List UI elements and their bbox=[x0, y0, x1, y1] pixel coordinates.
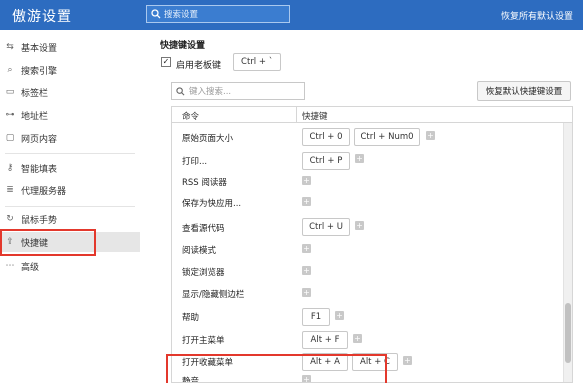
add-shortcut-icon[interactable]: + bbox=[302, 288, 311, 297]
sidebar-item-advanced[interactable]: ⋯ 高级 bbox=[0, 256, 140, 276]
tab-icon: ▭ bbox=[5, 87, 15, 97]
command-label: 查看源代码 bbox=[182, 224, 225, 234]
shortcut-key-chip[interactable]: Alt + F bbox=[302, 331, 348, 349]
column-separator bbox=[296, 107, 297, 123]
shortcut-filter-input[interactable]: 键入搜索... bbox=[171, 82, 305, 100]
sidebar-item-autofill[interactable]: ⚷ 智能填表 bbox=[0, 158, 140, 178]
command-label: RSS 阅读器 bbox=[182, 178, 227, 188]
add-shortcut-icon[interactable]: + bbox=[426, 131, 435, 140]
sidebar-item-web-content[interactable]: ▢ 网页内容 bbox=[0, 128, 140, 148]
column-header-shortcut: 快捷键 bbox=[302, 112, 328, 122]
add-shortcut-icon[interactable]: + bbox=[302, 176, 311, 185]
command-label: 打开主菜单 bbox=[182, 336, 225, 346]
table-scrollbar[interactable] bbox=[563, 123, 572, 382]
link-icon: ⊶ bbox=[5, 110, 15, 120]
sidebar-item-mouse-gestures[interactable]: ↻ 鼠标手势 bbox=[0, 209, 140, 229]
server-icon: ≣ bbox=[6, 185, 14, 195]
sidebar-item-proxy[interactable]: ≣ 代理服务器 bbox=[0, 180, 140, 200]
add-shortcut-icon[interactable]: + bbox=[355, 154, 364, 163]
shortcut-key-chip[interactable]: Ctrl + 0 bbox=[302, 128, 350, 146]
shortcut-key-chip[interactable]: Ctrl + P bbox=[302, 152, 350, 170]
sidebar-item-label: 网页内容 bbox=[21, 134, 58, 145]
boss-key-label: 启用老板键 bbox=[176, 61, 222, 71]
highlight-box-mute bbox=[166, 354, 387, 383]
add-shortcut-icon[interactable]: + bbox=[335, 311, 344, 320]
sidebar-item-search-engine[interactable]: ⌕ 搜索引擎 bbox=[0, 60, 140, 80]
highlight-box-shortcuts bbox=[0, 229, 96, 256]
command-label: 原始页面大小 bbox=[182, 134, 234, 144]
shortcut-key-chip[interactable]: Ctrl + Num0 bbox=[354, 128, 420, 146]
command-label: 帮助 bbox=[182, 313, 200, 323]
command-label: 阅读模式 bbox=[182, 246, 217, 256]
command-label: 保存为快应用... bbox=[182, 199, 242, 209]
search-placeholder: 搜索设置 bbox=[164, 10, 199, 20]
sidebar-item-label: 标签栏 bbox=[21, 88, 49, 99]
shortcut-key-chip[interactable]: Ctrl + U bbox=[302, 218, 350, 236]
shortcut-key-chip[interactable]: F1 bbox=[302, 308, 330, 326]
boss-key-checkbox[interactable]: ✓ bbox=[161, 57, 171, 67]
scrollbar-thumb[interactable] bbox=[565, 303, 571, 363]
main-content: 快捷键设置 ✓ 启用老板键 Ctrl + ` 键入搜索... 恢复默认快捷键设置… bbox=[140, 30, 583, 383]
header-bar: 傲游设置 搜索设置 恢复所有默认设置 bbox=[0, 0, 583, 30]
command-label: 显示/隐藏侧边栏 bbox=[182, 290, 245, 300]
sidebar-item-basic[interactable]: ⇆ 基本设置 bbox=[0, 37, 140, 57]
sidebar-item-label: 智能填表 bbox=[21, 164, 58, 175]
key-icon: ⚷ bbox=[6, 163, 14, 173]
more-icon: ⋯ bbox=[5, 261, 15, 271]
command-label: 锁定浏览器 bbox=[182, 268, 225, 278]
search-icon: ⌕ bbox=[7, 65, 13, 75]
page-icon: ▢ bbox=[5, 133, 15, 143]
sidebar: ⇆ 基本设置 ⌕ 搜索引擎 ▭ 标签栏 ⊶ 地址栏 ▢ 网页内容 ⚷ 智能填表 ≣ 代理服务器… bbox=[0, 30, 140, 383]
add-shortcut-icon[interactable]: + bbox=[353, 334, 362, 343]
sidebar-divider bbox=[5, 153, 135, 154]
search-icon bbox=[176, 86, 185, 95]
table-header: 命令 快捷键 bbox=[172, 107, 572, 123]
sidebar-item-label: 鼠标手势 bbox=[21, 215, 58, 226]
restore-all-defaults-link[interactable]: 恢复所有默认设置 bbox=[501, 9, 573, 22]
search-icon bbox=[151, 9, 161, 19]
sliders-icon: ⇆ bbox=[6, 42, 14, 52]
sidebar-item-label: 代理服务器 bbox=[21, 186, 67, 197]
sidebar-divider bbox=[5, 206, 135, 207]
sidebar-item-address-bar[interactable]: ⊶ 地址栏 bbox=[0, 105, 140, 125]
sidebar-item-label: 基本设置 bbox=[21, 43, 58, 54]
app-title: 傲游设置 bbox=[12, 9, 72, 25]
filter-placeholder: 键入搜索... bbox=[189, 87, 232, 97]
sidebar-item-label: 高级 bbox=[21, 262, 40, 273]
sidebar-item-label: 地址栏 bbox=[21, 111, 49, 122]
add-shortcut-icon[interactable]: + bbox=[355, 221, 364, 230]
sidebar-item-label: 搜索引擎 bbox=[21, 66, 58, 77]
command-label: 打印... bbox=[182, 157, 208, 167]
section-title: 快捷键设置 bbox=[160, 41, 206, 51]
shortcut-table: 命令 快捷键 原始页面大小 Ctrl + 0 Ctrl + Num0 + 打印.… bbox=[171, 106, 573, 383]
gesture-icon: ↻ bbox=[6, 214, 14, 224]
reset-shortcuts-button[interactable]: 恢复默认快捷键设置 bbox=[477, 81, 571, 101]
settings-search-input[interactable]: 搜索设置 bbox=[146, 5, 290, 23]
column-header-command: 命令 bbox=[182, 112, 200, 122]
boss-key-chip[interactable]: Ctrl + ` bbox=[233, 53, 281, 71]
add-shortcut-icon[interactable]: + bbox=[403, 356, 412, 365]
add-shortcut-icon[interactable]: + bbox=[302, 197, 311, 206]
add-shortcut-icon[interactable]: + bbox=[302, 244, 311, 253]
sidebar-item-tabs[interactable]: ▭ 标签栏 bbox=[0, 82, 140, 102]
add-shortcut-icon[interactable]: + bbox=[302, 266, 311, 275]
